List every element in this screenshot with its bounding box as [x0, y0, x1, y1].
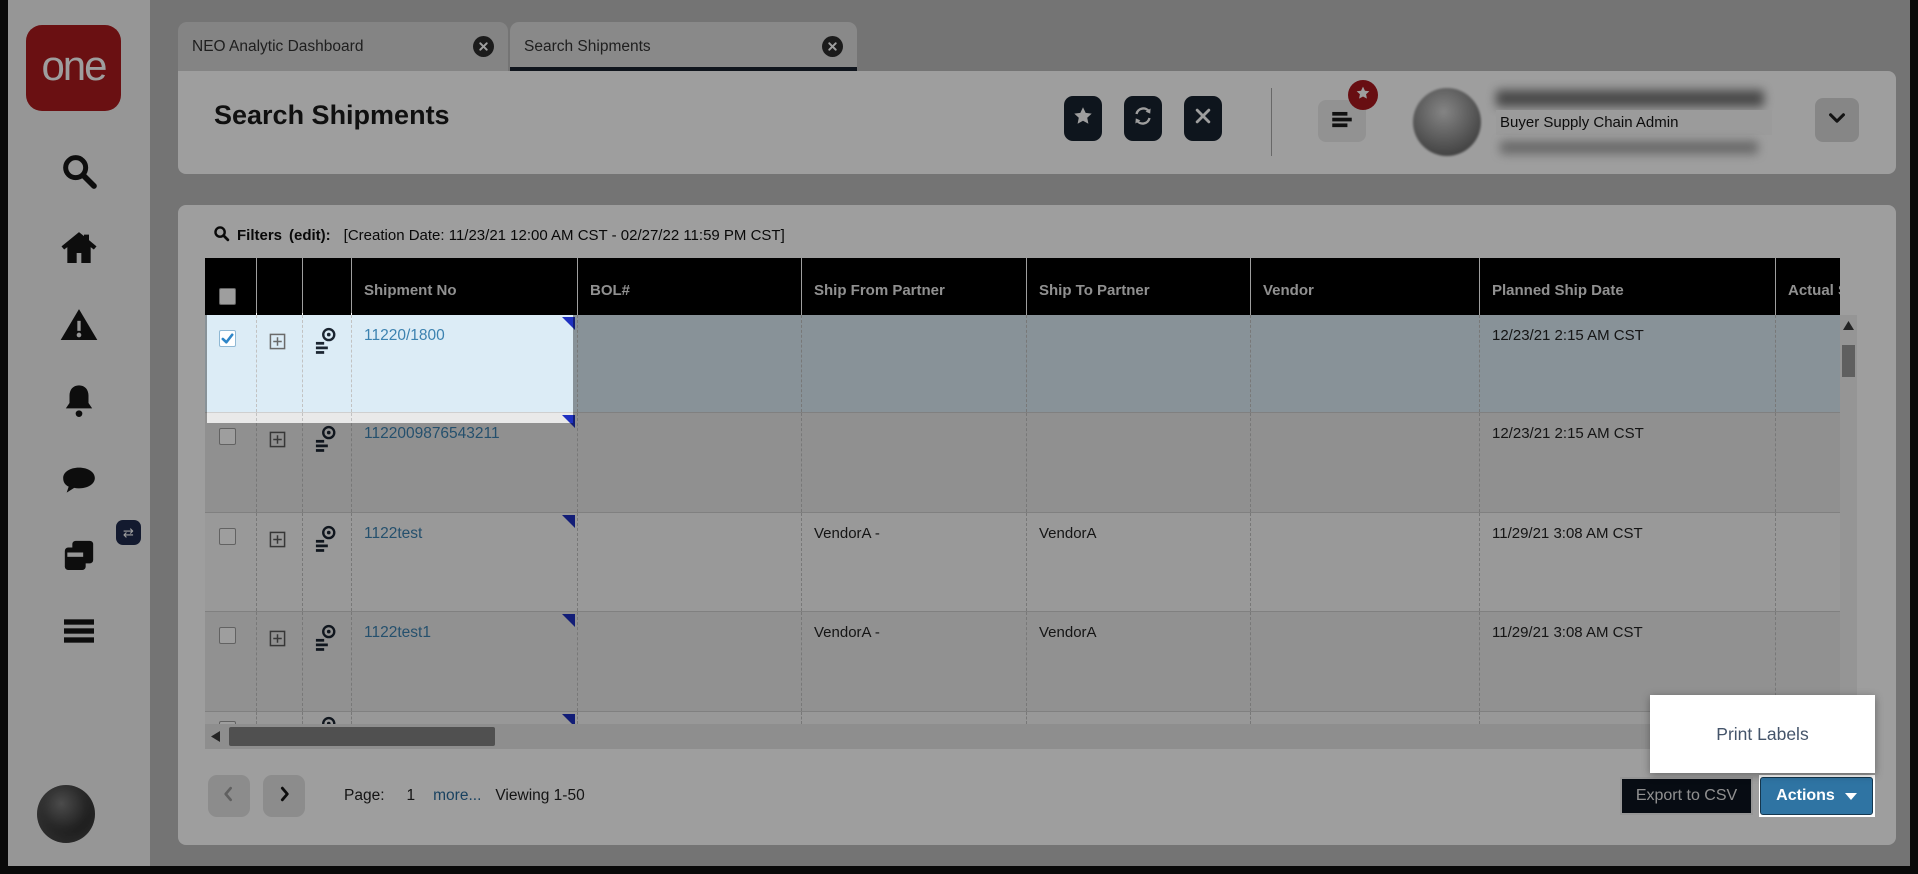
actions-menu: Print Labels [1650, 695, 1875, 773]
dim-overlay-middle [0, 423, 1918, 775]
dim-overlay-bottom-left [0, 775, 1759, 817]
shipment-link[interactable]: 11220/1800 [364, 327, 445, 344]
app-window: one ⇄ NEO Analytic Dashboard Search Ship… [0, 0, 1918, 874]
dim-overlay-bottom-right [1875, 775, 1918, 817]
actions-label: Actions [1776, 787, 1835, 804]
dim-overlay-left [0, 313, 207, 423]
dim-overlay-right [573, 313, 1918, 423]
milestones-icon[interactable] [315, 327, 337, 359]
expand-icon[interactable] [269, 333, 286, 354]
caret-down-icon [1844, 792, 1857, 800]
row-checkbox-checked[interactable] [219, 330, 236, 347]
menu-item-print-labels[interactable]: Print Labels [1716, 724, 1808, 745]
dim-overlay-bottom [0, 817, 1918, 874]
dim-overlay-top [0, 0, 1918, 313]
actions-button[interactable]: Actions [1760, 777, 1873, 815]
